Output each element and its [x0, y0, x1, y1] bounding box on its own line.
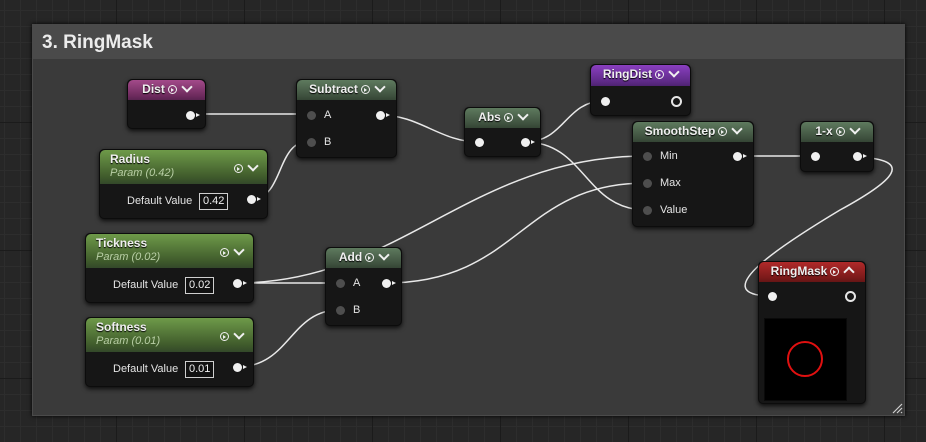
radius-node-title: Radius [110, 152, 151, 166]
tickness-node-subtitle: Param (0.02) [96, 251, 161, 263]
radius-default-label: Default Value [127, 195, 193, 207]
dist-node-title: Dist [142, 82, 165, 96]
ringmask-node[interactable]: RingMask [758, 261, 866, 404]
subtract-pin-a-label: A [324, 109, 332, 121]
abs-node[interactable]: Abs [464, 107, 541, 157]
softness-default-label: Default Value [113, 363, 179, 375]
subtract-node[interactable]: Subtract A B [296, 79, 397, 158]
abs-node-title: Abs [478, 110, 501, 124]
preview-toggle-icon[interactable] [365, 253, 375, 262]
add-input-a-pin[interactable] [336, 279, 345, 288]
preview-toggle-icon[interactable] [503, 113, 513, 122]
smoothstep-pin-min-label: Min [660, 150, 678, 162]
radius-default-value-input[interactable]: 0.42 [199, 193, 229, 210]
chevron-down-icon[interactable] [181, 81, 193, 93]
dist-node[interactable]: Dist [127, 79, 206, 129]
abs-output-pin[interactable] [521, 138, 535, 147]
ringdist-node-title: RingDist [602, 67, 653, 81]
ringmask-node-title: RingMask [770, 264, 828, 278]
chevron-down-icon[interactable] [233, 244, 245, 256]
smoothstep-node[interactable]: SmoothStep Min Max Value [632, 121, 754, 227]
one-minus-input-pin[interactable] [811, 152, 820, 161]
radius-param-node[interactable]: Radius Param (0.42) Default Value 0.42 [99, 149, 268, 219]
softness-node-subtitle: Param (0.01) [96, 335, 161, 347]
ringmask-input-pin[interactable] [768, 292, 777, 301]
preview-toggle-icon[interactable] [220, 248, 229, 257]
subtract-output-pin[interactable] [376, 111, 390, 120]
one-minus-node[interactable]: 1-x [800, 121, 874, 172]
tickness-param-node[interactable]: Tickness Param (0.02) Default Value 0.02 [85, 233, 254, 303]
chevron-down-icon[interactable] [247, 160, 259, 172]
chevron-down-icon[interactable] [378, 249, 390, 261]
smoothstep-input-max-pin[interactable] [643, 179, 652, 188]
preview-toggle-icon[interactable] [655, 70, 665, 79]
add-pin-a-label: A [353, 277, 361, 289]
preview-toggle-icon[interactable] [835, 127, 845, 136]
tickness-default-label: Default Value [113, 279, 179, 291]
smoothstep-node-title: SmoothStep [644, 124, 716, 138]
chevron-up-icon[interactable] [843, 266, 856, 278]
chevron-down-icon[interactable] [668, 66, 680, 78]
dist-output-pin[interactable] [186, 111, 200, 120]
smoothstep-input-min-pin[interactable] [643, 152, 652, 161]
tickness-default-value-input[interactable]: 0.02 [185, 277, 215, 294]
ringdist-output-pin[interactable] [671, 96, 682, 107]
preview-toggle-icon[interactable] [830, 267, 840, 276]
preview-toggle-icon[interactable] [360, 85, 370, 94]
preview-toggle-icon[interactable] [234, 164, 243, 173]
ringmask-output-pin[interactable] [845, 291, 856, 302]
softness-default-value-input[interactable]: 0.01 [185, 361, 215, 378]
subtract-node-title: Subtract [309, 82, 358, 96]
softness-output-pin[interactable] [233, 363, 247, 372]
chevron-down-icon[interactable] [517, 109, 529, 121]
softness-param-node[interactable]: Softness Param (0.01) Default Value 0.01 [85, 317, 254, 387]
abs-input-pin[interactable] [475, 138, 484, 147]
smoothstep-output-pin[interactable] [733, 152, 747, 161]
subtract-pin-b-label: B [324, 136, 332, 148]
radius-output-pin[interactable] [247, 195, 261, 204]
add-input-b-pin[interactable] [336, 306, 345, 315]
preview-toggle-icon[interactable] [167, 85, 177, 94]
smoothstep-pin-max-label: Max [660, 177, 681, 189]
chevron-down-icon[interactable] [849, 123, 861, 135]
chevron-down-icon[interactable] [374, 81, 386, 93]
softness-node-title: Softness [96, 320, 147, 334]
radius-node-subtitle: Param (0.42) [110, 167, 175, 179]
subtract-input-a-pin[interactable] [307, 111, 316, 120]
ringdist-node[interactable]: RingDist [590, 64, 691, 116]
chevron-down-icon[interactable] [233, 328, 245, 340]
wire-abs-to-smoothstep-value [524, 141, 647, 211]
one-minus-output-pin[interactable] [853, 152, 867, 161]
ringdist-input-pin[interactable] [601, 97, 610, 106]
one-minus-node-title: 1-x [815, 124, 833, 138]
add-node-title: Add [338, 250, 363, 264]
smoothstep-input-value-pin[interactable] [643, 206, 652, 215]
tickness-output-pin[interactable] [233, 279, 247, 288]
chevron-down-icon[interactable] [731, 123, 743, 135]
ring-preview-image [787, 341, 823, 377]
subtract-input-b-pin[interactable] [307, 138, 316, 147]
add-output-pin[interactable] [382, 279, 396, 288]
preview-toggle-icon[interactable] [718, 127, 728, 136]
tickness-node-title: Tickness [96, 236, 148, 250]
add-node[interactable]: Add A B [325, 247, 402, 326]
add-pin-b-label: B [353, 304, 361, 316]
smoothstep-pin-value-label: Value [660, 204, 688, 216]
ringmask-preview [764, 318, 847, 401]
preview-toggle-icon[interactable] [220, 332, 229, 341]
